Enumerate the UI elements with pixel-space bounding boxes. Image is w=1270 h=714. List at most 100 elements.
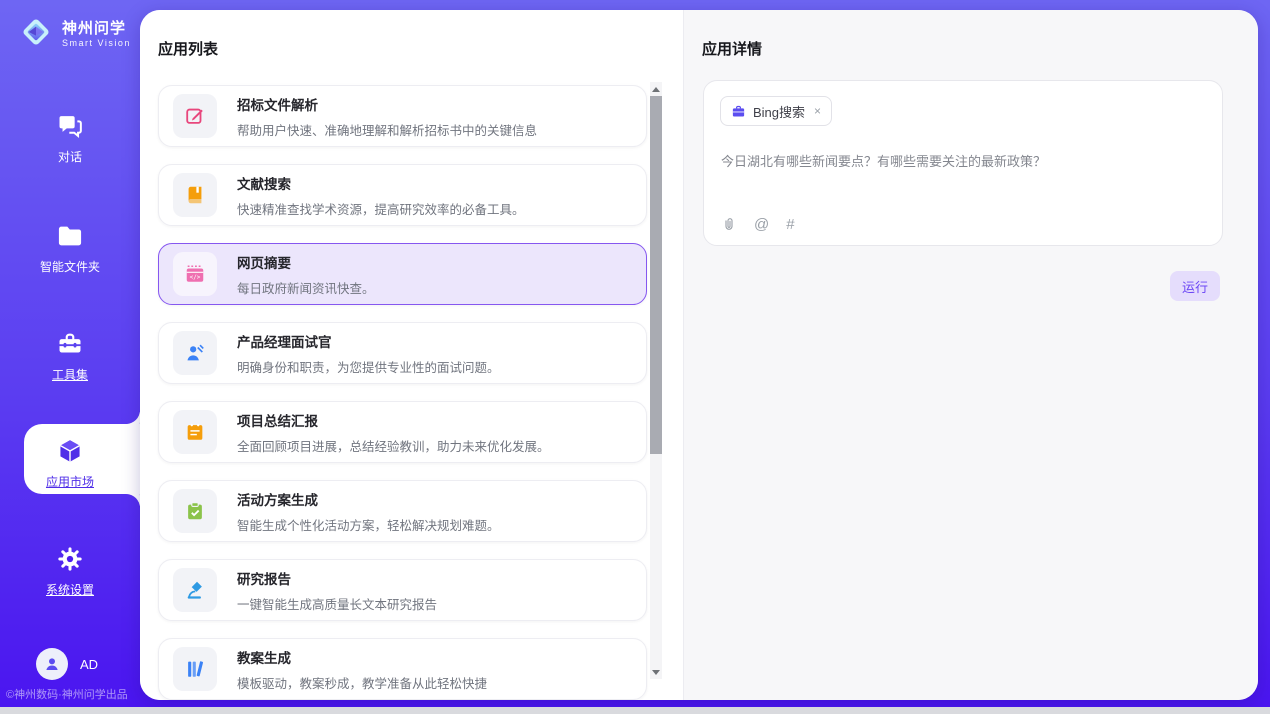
chip-close-icon[interactable]: × xyxy=(812,104,821,118)
sidebar-item-app-market[interactable]: 应用市场 xyxy=(0,437,140,490)
tool-chip-label: Bing搜索 xyxy=(753,102,805,121)
edit-document-icon xyxy=(184,105,206,127)
sidebar: 神州问学 Smart Vision 对话 智能文件夹 xyxy=(0,0,140,707)
webpage-code-icon: </> xyxy=(184,263,206,285)
app-desc: 帮助用户快速、准确地理解和解析招标书中的关键信息 xyxy=(237,120,537,139)
app-card-text: 文献搜索 快速精准查找学术资源，提高研究效率的必备工具。 xyxy=(237,173,525,218)
sidebar-item-label: 应用市场 xyxy=(0,473,140,490)
scrollbar-thumb[interactable] xyxy=(650,96,662,454)
sidebar-item-label: 对话 xyxy=(0,148,140,165)
app-desc: 明确身份和职责，为您提供专业性的面试问题。 xyxy=(237,357,500,376)
app-desc: 全面回顾项目进展，总结经验教训，助力未来优化发展。 xyxy=(237,436,550,455)
list-scrollbar[interactable] xyxy=(650,82,662,679)
avatar xyxy=(36,648,68,680)
app-name: 活动方案生成 xyxy=(237,489,500,509)
sidebar-item-smart-folder[interactable]: 智能文件夹 xyxy=(0,222,140,275)
app-card-bid-parse[interactable]: 招标文件解析 帮助用户快速、准确地理解和解析招标书中的关键信息 xyxy=(158,85,647,147)
book-icon xyxy=(184,184,206,206)
sidebar-item-settings[interactable]: 系统设置 xyxy=(0,545,140,598)
prompt-card: Bing搜索 × 今日湖北有哪些新闻要点？有哪些需要关注的最新政策？ @ # xyxy=(703,80,1223,246)
scroll-down-icon xyxy=(652,670,660,675)
app-desc: 智能生成个性化活动方案，轻松解决规划难题。 xyxy=(237,515,500,534)
app-icon-tile xyxy=(173,331,217,375)
user-icon xyxy=(43,655,61,673)
app-icon-tile xyxy=(173,489,217,533)
app-name: 项目总结汇报 xyxy=(237,410,550,430)
clipboard-check-icon xyxy=(184,500,206,522)
brand-diamond-icon xyxy=(18,14,54,50)
app-list-title: 应用列表 xyxy=(158,38,218,59)
attachment-toolbar: @ # xyxy=(721,216,795,233)
paperclip-icon[interactable] xyxy=(721,217,737,233)
gear-icon xyxy=(56,545,84,573)
app-detail-title: 应用详情 xyxy=(702,38,762,59)
app-card-text: 招标文件解析 帮助用户快速、准确地理解和解析招标书中的关键信息 xyxy=(237,94,537,139)
brand-logo: 神州问学 Smart Vision xyxy=(18,14,131,50)
mention-icon[interactable]: @ xyxy=(754,216,769,233)
brand-name: 神州问学 xyxy=(62,17,131,38)
brand-text: 神州问学 Smart Vision xyxy=(62,17,131,48)
app-icon-tile xyxy=(173,647,217,691)
app-card-project-summary[interactable]: 项目总结汇报 全面回顾项目进展，总结经验教训，助力未来优化发展。 xyxy=(158,401,647,463)
app-icon-tile xyxy=(173,568,217,612)
app-desc: 快速精准查找学术资源，提高研究效率的必备工具。 xyxy=(237,199,525,218)
app-card-event-plan[interactable]: 活动方案生成 智能生成个性化活动方案，轻松解决规划难题。 xyxy=(158,480,647,542)
sidebar-item-label: 智能文件夹 xyxy=(0,258,140,275)
app-icon-tile: </> xyxy=(173,252,217,296)
app-card-text: 产品经理面试官 明确身份和职责，为您提供专业性的面试问题。 xyxy=(237,331,500,376)
bottom-edge-strip xyxy=(0,707,1270,714)
main-content: 应用列表 招标文件解析 帮助用户快速、准确地理解和解析招标书中的关键信息 xyxy=(140,10,1258,700)
svg-text:</>: </> xyxy=(190,274,201,281)
interviewer-person-icon xyxy=(184,342,206,364)
app-name: 招标文件解析 xyxy=(237,94,537,114)
app-name: 产品经理面试官 xyxy=(237,331,500,351)
app-card-literature-search[interactable]: 文献搜索 快速精准查找学术资源，提高研究效率的必备工具。 xyxy=(158,164,647,226)
app-card-text: 网页摘要 每日政府新闻资讯快查。 xyxy=(237,252,375,297)
app-card-text: 活动方案生成 智能生成个性化活动方案，轻松解决规划难题。 xyxy=(237,489,500,534)
briefcase-icon xyxy=(731,104,746,119)
app-name: 网页摘要 xyxy=(237,252,375,272)
app-card-webpage-summary[interactable]: </> 网页摘要 每日政府新闻资讯快查。 xyxy=(158,243,647,305)
microscope-icon xyxy=(184,579,206,601)
app-name: 文献搜索 xyxy=(237,173,525,193)
user-account[interactable]: AD xyxy=(36,648,98,680)
cube-icon xyxy=(56,437,84,465)
hashtag-icon[interactable]: # xyxy=(786,216,794,233)
copyright-text: ©神州数码·神州问学出品 xyxy=(6,686,140,702)
sidebar-item-label: 系统设置 xyxy=(0,581,140,598)
note-icon xyxy=(184,421,206,443)
app-desc: 模板驱动，教案秒成，教学准备从此轻松快捷 xyxy=(237,673,487,692)
sidebar-item-label: 工具集 xyxy=(0,366,140,383)
app-card-text: 教案生成 模板驱动，教案秒成，教学准备从此轻松快捷 xyxy=(237,647,487,692)
chat-icon xyxy=(56,112,84,140)
user-initials: AD xyxy=(80,657,98,672)
prompt-text[interactable]: 今日湖北有哪些新闻要点？有哪些需要关注的最新政策？ xyxy=(721,151,1206,170)
app-card-research-report[interactable]: 研究报告 一键智能生成高质量长文本研究报告 xyxy=(158,559,647,621)
books-icon xyxy=(184,658,206,680)
scroll-down-button[interactable] xyxy=(650,665,662,679)
toolbox-icon xyxy=(56,330,84,358)
app-icon-tile xyxy=(173,173,217,217)
brand-subtitle: Smart Vision xyxy=(62,38,131,48)
run-button[interactable]: 运行 xyxy=(1170,271,1220,301)
app-name: 教案生成 xyxy=(237,647,487,667)
sidebar-item-chat[interactable]: 对话 xyxy=(0,112,140,165)
app-card-lesson-plan[interactable]: 教案生成 模板驱动，教案秒成，教学准备从此轻松快捷 xyxy=(158,638,647,700)
app-card-text: 项目总结汇报 全面回顾项目进展，总结经验教训，助力未来优化发展。 xyxy=(237,410,550,455)
app-name: 研究报告 xyxy=(237,568,437,588)
app-desc: 每日政府新闻资讯快查。 xyxy=(237,278,375,297)
scroll-up-button[interactable] xyxy=(650,82,662,96)
app-window: 神州问学 Smart Vision 对话 智能文件夹 xyxy=(0,0,1270,714)
app-icon-tile xyxy=(173,410,217,454)
app-desc: 一键智能生成高质量长文本研究报告 xyxy=(237,594,437,613)
folder-icon xyxy=(56,222,84,250)
app-list-panel: 应用列表 招标文件解析 帮助用户快速、准确地理解和解析招标书中的关键信息 xyxy=(140,10,683,700)
app-detail-panel: 应用详情 Bing搜索 × 今日湖北有哪些新闻要点？有哪些需要关注的最新政策？ xyxy=(683,10,1258,700)
tool-chip-bing-search[interactable]: Bing搜索 × xyxy=(720,96,832,126)
app-cards: 招标文件解析 帮助用户快速、准确地理解和解析招标书中的关键信息 文献搜索 xyxy=(158,85,647,700)
scroll-up-icon xyxy=(652,87,660,92)
app-card-text: 研究报告 一键智能生成高质量长文本研究报告 xyxy=(237,568,437,613)
app-card-pm-interviewer[interactable]: 产品经理面试官 明确身份和职责，为您提供专业性的面试问题。 xyxy=(158,322,647,384)
sidebar-item-toolset[interactable]: 工具集 xyxy=(0,330,140,383)
app-icon-tile xyxy=(173,94,217,138)
